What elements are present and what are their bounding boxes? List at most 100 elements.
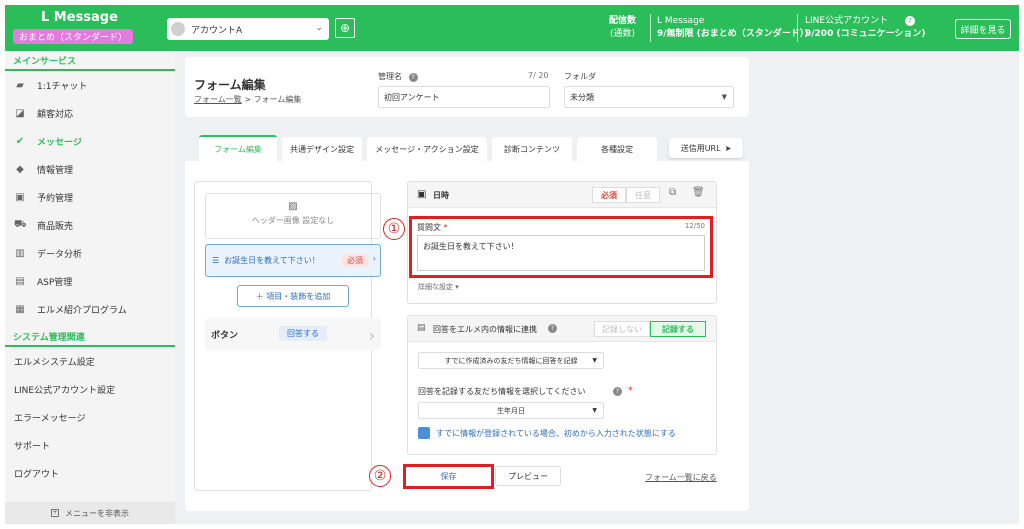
- data-link-title: 回答をエルメ内の情報に連携: [433, 325, 537, 334]
- save-button[interactable]: 保存: [403, 464, 494, 489]
- sidebar-item[interactable]: ▦ エルメ紹介プログラム: [5, 295, 175, 323]
- page-title: フォーム編集: [194, 78, 266, 92]
- record-target-select[interactable]: すでに作成済みの友だち情報に回答を記録 ▼: [418, 352, 604, 369]
- folder-value: 未分類: [570, 92, 594, 102]
- sidebar-item-label: データ分析: [37, 249, 83, 260]
- sidebar-item[interactable]: ▤ ASP管理: [5, 267, 175, 295]
- tab-common-design[interactable]: 共通デザイン設定: [282, 137, 362, 161]
- hide-menu-button[interactable]: + メニューを非表示: [5, 502, 175, 524]
- tab-message-action[interactable]: メッセージ・アクション設定: [367, 137, 487, 161]
- tab-form-edit[interactable]: フォーム編集: [199, 135, 277, 161]
- header-image-label: ヘッダー画像 設定なし: [251, 216, 335, 225]
- tab-settings[interactable]: 各種設定: [577, 137, 657, 161]
- sidebar-item[interactable]: ⛟ 商品販売: [5, 211, 175, 239]
- account-select[interactable]: アカウントA ⌄: [167, 18, 329, 40]
- copy-icon[interactable]: ⧉: [669, 187, 676, 198]
- line-oa-label-text: LINE公式アカウント: [805, 16, 889, 26]
- line-oa-usage: LINE公式アカウント ? 9/200 (コミュニケーション): [805, 15, 926, 41]
- check-icon: ✔: [15, 135, 25, 147]
- sidebar-item[interactable]: ▣ 予約管理: [5, 183, 175, 211]
- advanced-settings-link[interactable]: 詳細な設定 ▾: [418, 282, 459, 292]
- sidebar-item-label: ASP管理: [37, 277, 73, 288]
- list-icon: ☰: [212, 256, 220, 265]
- question-type-label: 日時: [433, 191, 449, 200]
- annotation-one: ①: [383, 218, 405, 240]
- preview-button[interactable]: プレビュー: [495, 466, 561, 486]
- required-mark: *: [628, 386, 633, 396]
- top-bar: L Message おまとめ（スタンダード） アカウントA ⌄ ⊕ 配信数 (通…: [5, 5, 1019, 51]
- header-image-slot[interactable]: ▨ ヘッダー画像 設定なし: [205, 193, 381, 239]
- sidebar-item-label: メッセージ: [37, 137, 82, 148]
- sidebar-item[interactable]: ▰ 1:1チャット: [5, 71, 175, 99]
- help-icon[interactable]: ?: [548, 324, 557, 333]
- brand[interactable]: L Message おまとめ（スタンダード）: [13, 10, 173, 44]
- sidebar-item-label: 顧客対応: [37, 109, 74, 120]
- sidebar-item[interactable]: ◪ 顧客対応: [5, 99, 175, 127]
- divider: [650, 14, 651, 42]
- sidebar-item[interactable]: ◆ 情報管理: [5, 155, 175, 183]
- add-user-icon[interactable]: ⊕: [335, 18, 355, 38]
- chart-icon: ▥: [15, 247, 25, 259]
- prefill-label: すでに情報が登録されている場合、初めから入力された状態にする: [436, 428, 676, 438]
- details-button[interactable]: 詳細を見る: [955, 19, 1011, 39]
- section-system: システム管理関連: [5, 327, 175, 347]
- name-label: 管理名 ?: [378, 71, 418, 82]
- help-icon[interactable]: ?: [613, 387, 622, 396]
- answer-button-preview: 回答する: [279, 326, 327, 341]
- hide-menu-label: メニューを非表示: [65, 508, 129, 518]
- sidebar: メインサービス ▰ 1:1チャット ◪ 顧客対応 ✔ メッセージ ◆ 情報管理 ▣ 予約管理 ⛟ 商品…: [5, 51, 175, 524]
- advanced-settings-label: 詳細な設定: [418, 283, 453, 291]
- tag-icon: ◆: [16, 163, 24, 175]
- table-icon: ▤: [417, 323, 426, 333]
- sidebar-item-label: 商品販売: [37, 221, 74, 232]
- trash-icon[interactable]: 🗑: [692, 187, 705, 198]
- send-count-unit: (通数): [609, 29, 636, 39]
- prefill-checkbox-row[interactable]: すでに情報が登録されている場合、初めから入力された状態にする: [418, 427, 676, 439]
- question-textarea-highlight: 質問文 * 12/50 お誕生日を教えて下さい！: [409, 216, 713, 278]
- breadcrumb-link[interactable]: フォーム一覧: [194, 95, 242, 104]
- question-item[interactable]: ☰ お誕生日を教えて下さい！ 必須 ›: [205, 244, 381, 277]
- chat-icon: ▰: [16, 79, 24, 91]
- sidebar-system-item[interactable]: エルメシステム設定: [5, 347, 175, 375]
- sidebar-item-label: 情報管理: [37, 165, 74, 176]
- name-input[interactable]: 初回アンケート: [378, 86, 550, 108]
- help-icon[interactable]: ?: [904, 16, 915, 26]
- lmessage-usage: L Message 9/無制限 (おまとめ（スタンダード）): [657, 15, 808, 41]
- app-frame: L Message おまとめ（スタンダード） アカウントA ⌄ ⊕ 配信数 (通…: [0, 0, 1024, 529]
- record-toggle[interactable]: 記録する: [650, 321, 706, 337]
- box-icon: ▤: [15, 275, 25, 287]
- collapse-icon: +: [51, 509, 59, 517]
- add-item-button[interactable]: ＋ 項目・装飾を追加: [237, 285, 349, 307]
- optional-toggle[interactable]: 任意: [626, 187, 660, 203]
- sidebar-item[interactable]: ▥ データ分析: [5, 239, 175, 267]
- friend-info-label: 回答を記録する友だち情報を選択してください: [418, 387, 586, 396]
- folder-label: フォルダ: [564, 72, 596, 81]
- button-section[interactable]: ボタン 回答する ›: [205, 318, 381, 350]
- account-name: アカウントA: [191, 25, 243, 36]
- send-icon: ➤: [724, 143, 732, 153]
- friend-info-select[interactable]: 生年月日 ▼: [418, 402, 604, 419]
- help-icon[interactable]: ?: [408, 73, 418, 82]
- avatar-icon: [171, 22, 185, 36]
- required-toggle[interactable]: 必須: [592, 187, 626, 203]
- dropdown-arrow-icon: ▼: [592, 407, 597, 414]
- send-url-button[interactable]: 送信用URL ➤: [669, 138, 743, 158]
- send-url-label: 送信用URL: [680, 143, 721, 153]
- folder-select[interactable]: 未分類 ▼: [564, 86, 734, 108]
- brand-title: L Message: [41, 10, 118, 25]
- tab-diagnosis[interactable]: 診断コンテンツ: [492, 137, 572, 161]
- sidebar-system-item[interactable]: エラーメッセージ: [5, 403, 175, 431]
- chevron-down-icon: ⌄: [315, 23, 323, 33]
- checkbox[interactable]: [418, 427, 430, 439]
- no-record-toggle[interactable]: 記録しない: [594, 321, 650, 337]
- friend-info-value: 生年月日: [497, 406, 525, 415]
- calendar-icon: ▣: [417, 189, 427, 200]
- sidebar-item[interactable]: ✔ メッセージ: [5, 127, 175, 155]
- sidebar-system-item[interactable]: ログアウト: [5, 459, 175, 487]
- question-textarea[interactable]: お誕生日を教えて下さい！: [417, 235, 705, 271]
- badge-icon: ▦: [15, 303, 25, 315]
- sidebar-system-item[interactable]: LINE公式アカウント設定: [5, 375, 175, 403]
- sidebar-system-item[interactable]: サポート: [5, 431, 175, 459]
- chevron-right-icon: ›: [372, 254, 376, 263]
- back-to-list-link[interactable]: フォーム一覧に戻る: [645, 472, 717, 483]
